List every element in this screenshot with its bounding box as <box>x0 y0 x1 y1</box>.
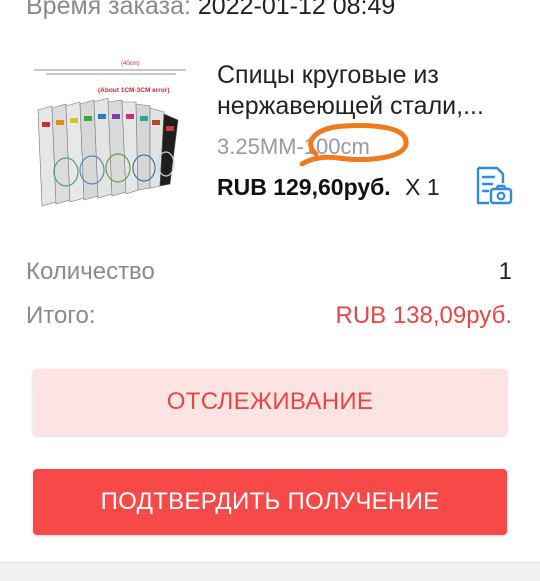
price-row: RUB 129,60руб. X 1 <box>217 174 440 201</box>
quantity-label: Количество <box>26 258 155 285</box>
section-divider <box>0 562 540 581</box>
product-price: RUB 129,60руб. <box>217 174 391 200</box>
total-row: Итого: RUB 138,09руб. <box>26 302 512 330</box>
order-time: Время заказа: 2022-01-12 08:49 <box>26 0 395 21</box>
total-label: Итого: <box>26 302 96 329</box>
image-caption-top: (40cm) <box>121 61 140 67</box>
order-time-value: 2022-01-12 08:49 <box>197 0 396 20</box>
confirm-receipt-button[interactable]: ПОДТВЕРДИТЬ ПОЛУЧЕНИЕ <box>33 469 507 535</box>
quantity-value: 1 <box>498 258 512 285</box>
total-value: RUB 138,09руб. <box>335 302 512 329</box>
order-time-label: Время заказа: <box>26 0 191 20</box>
document-camera-icon[interactable] <box>472 165 514 207</box>
track-button[interactable]: ОТСЛЕЖИВАНИЕ <box>33 369 507 435</box>
quantity-row: Количество 1 <box>26 258 512 286</box>
image-caption-error: (About 1CM-3CM error) <box>98 87 170 94</box>
product-variant: 3.25MM-100cm <box>217 134 370 159</box>
product-image[interactable]: (40cm) (About 1CM-3CM error) <box>26 52 198 224</box>
product-title[interactable]: Спицы круговые из нержавеющей стали,... <box>217 60 517 122</box>
product-quantity: X 1 <box>405 174 440 200</box>
